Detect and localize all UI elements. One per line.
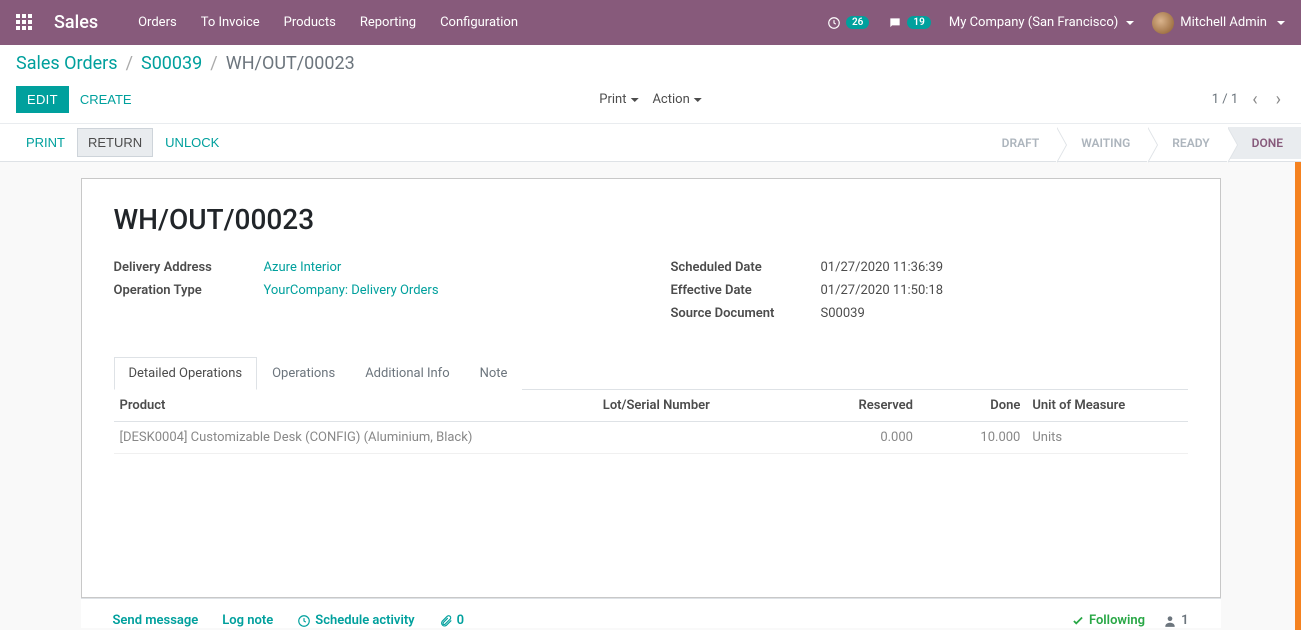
cell-done: 10.000 [919, 422, 1026, 454]
person-icon [1163, 614, 1177, 628]
cell-uom: Units [1026, 422, 1187, 454]
return-button[interactable]: RETURN [77, 128, 153, 157]
app-brand[interactable]: Sales [54, 12, 98, 33]
nav-orders[interactable]: Orders [138, 15, 177, 30]
cell-lot [597, 422, 790, 454]
unlock-button[interactable]: UNLOCK [155, 128, 229, 157]
attachments-button[interactable]: 0 [439, 613, 464, 628]
following-button[interactable]: Following [1071, 613, 1145, 628]
company-selector[interactable]: My Company (San Francisco) [949, 15, 1134, 30]
send-message-button[interactable]: Send message [113, 613, 199, 628]
attachments-count: 0 [457, 613, 464, 628]
messages-indicator[interactable]: 19 [887, 15, 930, 31]
scheduled-date-value: 01/27/2020 11:36:39 [821, 260, 944, 275]
check-icon [1071, 614, 1085, 628]
effective-date-label: Effective Date [671, 283, 821, 298]
topbar: Sales Orders To Invoice Products Reporti… [0, 0, 1301, 45]
nav-products[interactable]: Products [284, 15, 336, 30]
print-button[interactable]: PRINT [16, 128, 75, 157]
col-done[interactable]: Done [919, 390, 1026, 422]
log-note-button[interactable]: Log note [222, 613, 273, 628]
breadcrumb-root[interactable]: Sales Orders [16, 53, 118, 74]
breadcrumb-sep: / [126, 53, 133, 74]
following-label: Following [1089, 613, 1145, 628]
cell-reserved: 0.000 [790, 422, 919, 454]
breadcrumb-parent[interactable]: S00039 [141, 53, 202, 74]
topbar-right: 26 19 My Company (San Francisco) Mitchel… [826, 12, 1285, 34]
breadcrumb-sep: / [210, 53, 217, 74]
chat-icon [887, 15, 903, 31]
user-menu[interactable]: Mitchell Admin [1152, 12, 1285, 34]
tab-operations[interactable]: Operations [257, 357, 350, 390]
schedule-activity-label: Schedule activity [315, 613, 414, 628]
pager-next[interactable]: › [1272, 91, 1285, 109]
cell-product: [DESK0004] Customizable Desk (CONFIG) (A… [114, 422, 597, 454]
tabs: Detailed Operations Operations Additiona… [114, 357, 1188, 390]
print-dropdown[interactable]: Print [599, 92, 638, 107]
nav-configuration[interactable]: Configuration [440, 15, 518, 30]
company-label: My Company (San Francisco) [949, 15, 1118, 30]
user-label: Mitchell Admin [1180, 15, 1267, 30]
delivery-address-label: Delivery Address [114, 260, 264, 275]
operation-type-link[interactable]: YourCompany: Delivery Orders [264, 283, 439, 298]
record-title: WH/OUT/00023 [114, 203, 1188, 236]
source-doc-value: S00039 [821, 306, 865, 321]
activity-indicator[interactable]: 26 [826, 15, 869, 31]
messages-count: 19 [907, 16, 930, 29]
followers-count: 1 [1181, 613, 1188, 628]
status-ready[interactable]: READY [1148, 127, 1227, 159]
pager-text: 1 / 1 [1212, 92, 1238, 107]
status-draft[interactable]: DRAFT [978, 127, 1058, 159]
create-button[interactable]: CREATE [69, 86, 143, 113]
table-row[interactable]: [DESK0004] Customizable Desk (CONFIG) (A… [114, 422, 1188, 454]
pager-prev[interactable]: ‹ [1248, 91, 1261, 109]
clock-icon [297, 614, 311, 628]
followers-button[interactable]: 1 [1163, 613, 1188, 628]
breadcrumb: Sales Orders / S00039 / WH/OUT/00023 [16, 53, 1285, 74]
col-reserved[interactable]: Reserved [790, 390, 919, 422]
delivery-address-link[interactable]: Azure Interior [264, 260, 342, 275]
pager: 1 / 1 ‹ › [1212, 91, 1285, 109]
scheduled-date-label: Scheduled Date [671, 260, 821, 275]
status-steps: DRAFT WAITING READY DONE [978, 127, 1301, 159]
col-lot[interactable]: Lot/Serial Number [597, 390, 790, 422]
effective-date-value: 01/27/2020 11:50:18 [821, 283, 944, 298]
paperclip-icon [439, 614, 453, 628]
nav-to-invoice[interactable]: To Invoice [201, 15, 260, 30]
top-nav: Orders To Invoice Products Reporting Con… [138, 15, 518, 30]
tab-note[interactable]: Note [465, 357, 523, 390]
col-product[interactable]: Product [114, 390, 597, 422]
edit-button[interactable]: EDIT [16, 86, 69, 113]
apps-icon[interactable] [16, 14, 34, 32]
status-bar: PRINT RETURN UNLOCK DRAFT WAITING READY … [0, 124, 1301, 162]
activity-count: 26 [846, 16, 869, 29]
breadcrumb-current: WH/OUT/00023 [226, 53, 355, 74]
tab-additional-info[interactable]: Additional Info [350, 357, 464, 390]
operation-type-label: Operation Type [114, 283, 264, 298]
status-waiting[interactable]: WAITING [1057, 127, 1148, 159]
sheet-background: WH/OUT/00023 Delivery Address Azure Inte… [0, 162, 1301, 630]
chatter: Send message Log note Schedule activity … [81, 598, 1221, 628]
schedule-activity-button[interactable]: Schedule activity [297, 613, 414, 628]
source-doc-label: Source Document [671, 306, 821, 321]
col-uom[interactable]: Unit of Measure [1026, 390, 1187, 422]
clock-icon [826, 15, 842, 31]
tab-detailed-operations[interactable]: Detailed Operations [114, 357, 258, 390]
status-done[interactable]: DONE [1228, 127, 1301, 159]
scrollbar-accent [1295, 162, 1301, 630]
action-dropdown[interactable]: Action [652, 92, 701, 107]
form-sheet: WH/OUT/00023 Delivery Address Azure Inte… [81, 178, 1221, 598]
control-bar: Sales Orders / S00039 / WH/OUT/00023 EDI… [0, 45, 1301, 124]
nav-reporting[interactable]: Reporting [360, 15, 416, 30]
operations-table: Product Lot/Serial Number Reserved Done … [114, 390, 1188, 454]
avatar [1152, 12, 1174, 34]
